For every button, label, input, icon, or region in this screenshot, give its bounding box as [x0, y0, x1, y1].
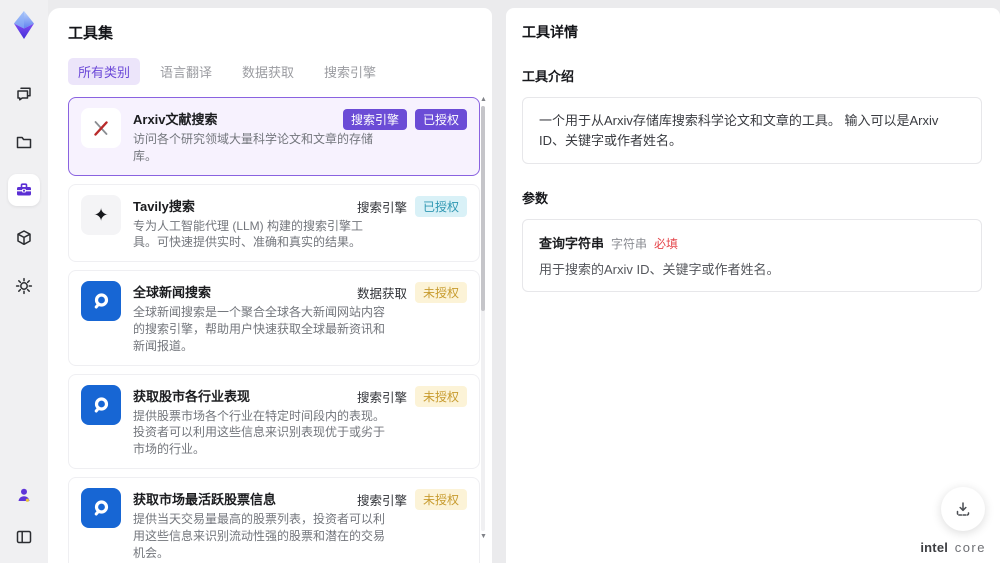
status-badge: 已授权	[414, 195, 467, 217]
intro-text: 一个用于从Arxiv存储库搜索科学论文和文章的工具。 输入可以是Arxiv ID…	[539, 113, 939, 148]
param-name: 查询字符串	[539, 236, 605, 251]
list-scrollbar[interactable]: ▲ ▼	[480, 96, 487, 541]
folder-icon[interactable]	[8, 126, 40, 158]
tool-desc: 提供当天交易量最高的股票列表，投资者可以利用这些信息来识别流动性强的股票和潜在的…	[133, 511, 386, 560]
intro-box: 一个用于从Arxiv存储库搜索科学论文和文章的工具。 输入可以是Arxiv ID…	[522, 97, 982, 164]
param-desc: 用于搜索的Arxiv ID、关键字或作者姓名。	[539, 262, 780, 277]
user-icon[interactable]	[8, 479, 40, 511]
intel-core-logo: intel core	[920, 540, 986, 555]
app-logo[interactable]	[7, 8, 41, 42]
category-label: 搜索引擎	[356, 200, 407, 215]
status-badge: 已授权	[414, 109, 467, 130]
tool-name: 全球新闻搜索	[133, 285, 212, 301]
tool-card-sector-performance[interactable]: 获取股市各行业表现 提供股票市场各个行业在特定时间段内的表现。投资者可以利用这些…	[68, 373, 480, 469]
tab-data-fetch[interactable]: 数据获取	[232, 58, 304, 85]
chat-icon[interactable]	[8, 78, 40, 110]
scrollbar-thumb[interactable]	[481, 106, 485, 311]
brand-core: core	[954, 540, 986, 555]
status-badge: 未授权	[414, 385, 467, 407]
toolset-panel: 工具集 所有类别 语言翻译 数据获取 搜索引擎 Arxiv文献搜索 访问各个研究…	[48, 8, 492, 563]
tool-card-most-active-stocks[interactable]: 获取市场最活跃股票信息 提供当天交易量最高的股票列表，投资者可以利用这些信息来识…	[68, 476, 480, 563]
sidebar-nav	[8, 78, 40, 302]
tab-all-categories[interactable]: 所有类别	[68, 58, 141, 85]
param-required-badge: 必填	[654, 237, 679, 251]
tool-desc: 访问各个研究领域大量科学论文和文章的存储库。	[133, 132, 374, 163]
blue-search-icon	[81, 487, 121, 528]
blue-search-icon	[81, 384, 121, 425]
tool-name: 获取市场最活跃股票信息	[133, 491, 277, 507]
tool-desc: 专为人工智能代理 (LLM) 构建的搜索引擎工具。可快速提供实时、准确和真实的结…	[133, 218, 364, 250]
tool-list: Arxiv文献搜索 访问各个研究领域大量科学论文和文章的存储库。 搜索引擎 已授…	[68, 97, 480, 563]
download-icon	[956, 502, 970, 516]
tool-card-tavily[interactable]: ✦ Tavily搜索 专为人工智能代理 (LLM) 构建的搜索引擎工具。可快速提…	[68, 183, 480, 263]
category-label: 搜索引擎	[356, 493, 407, 508]
blue-search-icon	[81, 281, 121, 322]
panel-toggle-icon[interactable]	[8, 521, 40, 553]
detail-title: 工具详情	[522, 24, 578, 40]
param-type: 字符串	[611, 237, 648, 251]
scroll-down-arrow[interactable]: ▼	[480, 533, 487, 541]
tool-name: 获取股市各行业表现	[133, 388, 251, 404]
status-badge: 未授权	[414, 488, 467, 510]
download-button[interactable]	[941, 487, 985, 531]
cube-icon[interactable]	[8, 222, 40, 254]
tool-card-global-news[interactable]: 全球新闻搜索 全球新闻搜索是一个聚合全球各大新闻网站内容的搜索引擎，帮助用户快速…	[68, 270, 480, 366]
params-heading: 参数	[522, 191, 549, 206]
arxiv-icon	[81, 108, 121, 148]
settings-icon[interactable]	[8, 270, 40, 302]
app-sidebar	[0, 0, 48, 563]
intro-heading: 工具介绍	[522, 69, 575, 84]
tool-name: Tavily搜索	[133, 198, 195, 214]
category-badge: 搜索引擎	[342, 109, 407, 130]
tavily-star-icon: ✦	[81, 194, 121, 235]
category-label: 搜索引擎	[356, 390, 407, 405]
param-box: 查询字符串 字符串 必填 用于搜索的Arxiv ID、关键字或作者姓名。	[522, 219, 982, 292]
scrollbar-track[interactable]	[481, 106, 485, 531]
brand-intel: intel	[920, 540, 949, 555]
tab-language-translation[interactable]: 语言翻译	[150, 58, 222, 85]
tool-desc: 全球新闻搜索是一个聚合全球各大新闻网站内容的搜索引擎，帮助用户快速获取全球最新资…	[133, 305, 386, 353]
category-tabs: 所有类别 语言翻译 数据获取 搜索引擎	[68, 58, 472, 85]
tab-search-engine[interactable]: 搜索引擎	[314, 58, 386, 85]
tool-card-arxiv[interactable]: Arxiv文献搜索 访问各个研究领域大量科学论文和文章的存储库。 搜索引擎 已授…	[68, 97, 480, 176]
category-label: 数据获取	[356, 287, 407, 302]
scroll-up-arrow[interactable]: ▲	[480, 96, 487, 104]
tool-detail-panel: 工具详情 工具介绍 一个用于从Arxiv存储库搜索科学论文和文章的工具。 输入可…	[506, 8, 1000, 563]
tool-desc: 提供股票市场各个行业在特定时间段内的表现。投资者可以利用这些信息来识别表现优于或…	[133, 408, 386, 457]
sidebar-bottom	[8, 479, 40, 553]
toolset-title: 工具集	[68, 25, 114, 42]
toolbox-icon-active[interactable]	[8, 174, 40, 206]
status-badge: 未授权	[414, 282, 467, 304]
